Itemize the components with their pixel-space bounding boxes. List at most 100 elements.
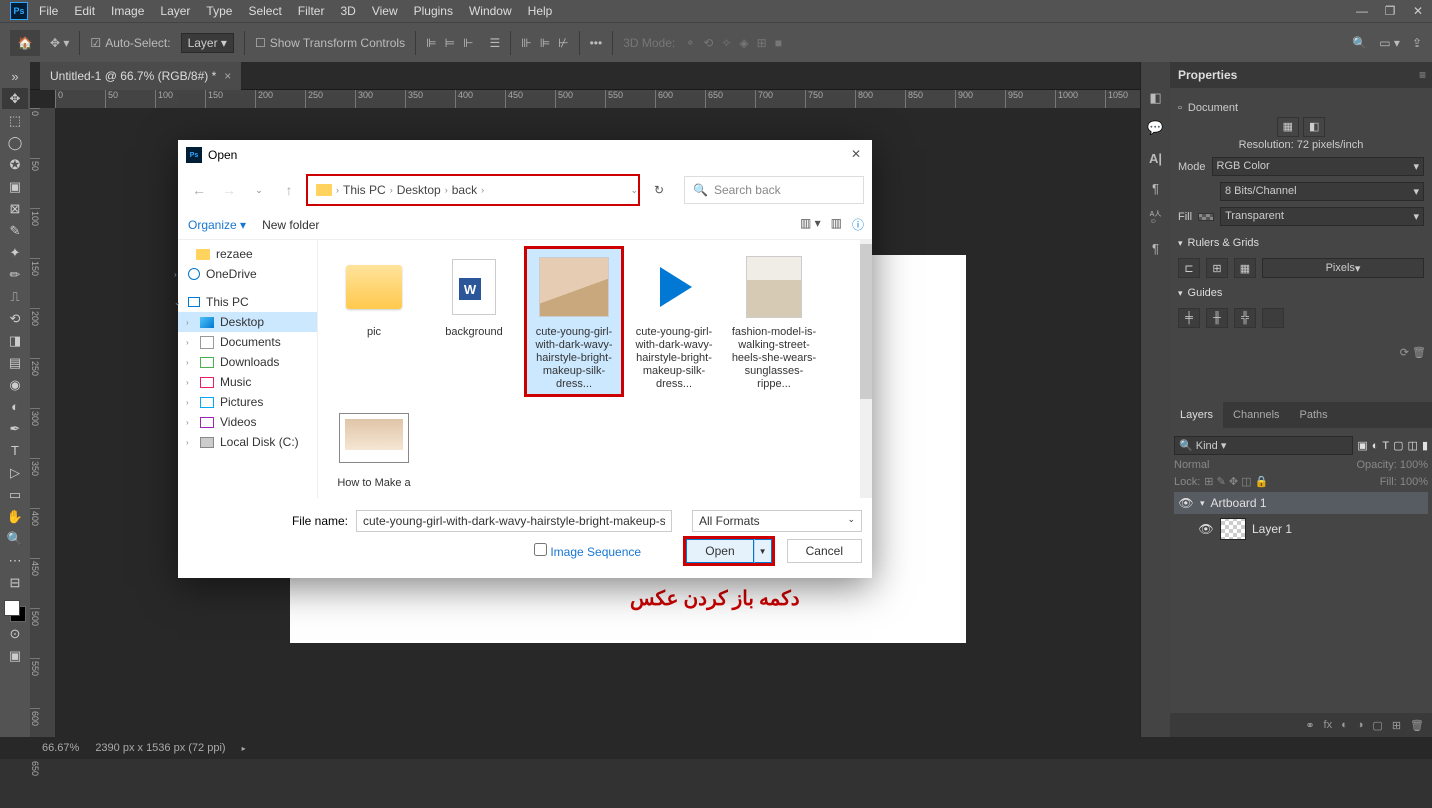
tree-videos[interactable]: ›Videos [178, 412, 317, 432]
file-item[interactable]: cute-young-girl-with-dark-wavy-hairstyle… [526, 248, 622, 395]
path-tool[interactable]: ▷ [2, 462, 28, 483]
file-item[interactable]: pic [326, 248, 422, 395]
menu-filter[interactable]: Filter [290, 2, 333, 20]
paragraph-styles-icon[interactable]: ¶ [1145, 237, 1167, 259]
tree-localdiskc[interactable]: ›Local Disk (C:) [178, 432, 317, 452]
tree-downloads[interactable]: ›Downloads [178, 352, 317, 372]
ruler-icon[interactable]: ⊏ [1178, 258, 1200, 278]
fill-select[interactable]: Transparent ▾ [1220, 207, 1424, 226]
show-transform-checkbox[interactable]: ☐ Show Transform Controls [255, 36, 405, 50]
tab-layers[interactable]: Layers [1170, 402, 1223, 428]
frame-tool[interactable]: ⊠ [2, 198, 28, 219]
adjustment-icon[interactable]: ◑ [1357, 719, 1364, 731]
guide-style[interactable] [1262, 308, 1284, 328]
menu-select[interactable]: Select [240, 2, 289, 20]
edit-toolbar[interactable]: ⊟ [2, 572, 28, 593]
menu-layer[interactable]: Layer [152, 2, 198, 20]
crop-tool[interactable]: ▣ [2, 176, 28, 197]
eyedropper-tool[interactable]: ✎ [2, 220, 28, 241]
home-icon[interactable]: 🏠 [10, 30, 40, 56]
tab-paths[interactable]: Paths [1290, 402, 1338, 428]
guide-icon2[interactable]: ╫ [1206, 308, 1228, 328]
breadcrumb[interactable]: › This PC› Desktop› back› [306, 174, 640, 206]
tree-rezaee[interactable]: rezaee [178, 244, 317, 264]
visibility-icon[interactable]: 👁 [1198, 522, 1214, 536]
more-options[interactable]: ••• [590, 36, 603, 50]
mask-icon[interactable]: ◐ [1341, 719, 1348, 731]
adjustment-filter-icon[interactable]: ◐ [1372, 440, 1379, 452]
pixel-filter-icon[interactable]: ▣ [1357, 439, 1367, 452]
zoom-level[interactable]: 66.67% [42, 742, 79, 754]
properties-tab[interactable]: Properties≡ [1170, 62, 1432, 88]
tree-desktop[interactable]: ›Desktop [178, 312, 317, 332]
tree-thispc[interactable]: ⌄This PC [178, 292, 317, 312]
screen-mode[interactable]: ▣ [2, 645, 28, 666]
document-dimensions[interactable]: 2390 px x 1536 px (72 ppi) [95, 742, 225, 754]
file-item[interactable]: cute-young-girl-with-dark-wavy-hairstyle… [626, 248, 722, 395]
menu-plugins[interactable]: Plugins [406, 2, 461, 20]
new-folder-button[interactable]: New folder [262, 218, 319, 232]
guide-icon1[interactable]: ╪ [1178, 308, 1200, 328]
organize-button[interactable]: Organize ▾ [188, 218, 246, 232]
distribute-buttons[interactable]: ⊪⊫⊬ [521, 36, 568, 50]
collapse-icon[interactable]: » [2, 66, 28, 87]
tab-channels[interactable]: Channels [1223, 402, 1289, 428]
refresh-button[interactable]: ↻ [646, 177, 672, 203]
tree-music[interactable]: ›Music [178, 372, 317, 392]
close-tab-icon[interactable]: × [224, 69, 231, 83]
glyphs-panel-icon[interactable]: A人☺ [1145, 207, 1167, 229]
type-filter-icon[interactable]: T [1382, 440, 1389, 452]
file-filter-select[interactable]: All Formats⌄ [692, 510, 862, 532]
artboard-layer[interactable]: 👁 ▾ Artboard 1 [1174, 492, 1428, 514]
more-tools[interactable]: ⋯ [2, 550, 28, 571]
fx-icon[interactable]: fx [1324, 719, 1333, 731]
rulers-section[interactable]: Rulers & Grids [1178, 232, 1424, 254]
menu-help[interactable]: Help [520, 2, 561, 20]
tree-documents[interactable]: ›Documents [178, 332, 317, 352]
smart-filter-icon[interactable]: ◫ [1408, 439, 1418, 452]
stamp-tool[interactable]: ⎍ [2, 286, 28, 307]
color-mode-select[interactable]: RGB Color ▾ [1212, 157, 1424, 176]
group-icon[interactable]: ▢ [1372, 719, 1382, 732]
layer-1[interactable]: 👁 Layer 1 [1174, 514, 1428, 544]
eraser-tool[interactable]: ◨ [2, 330, 28, 351]
guides-section[interactable]: Guides [1178, 282, 1424, 304]
hand-tool[interactable]: ✋ [2, 506, 28, 527]
history-brush-tool[interactable]: ⟲ [2, 308, 28, 329]
lasso-tool[interactable]: ◯ [2, 132, 28, 153]
search-input[interactable]: 🔍 Search back [684, 176, 864, 204]
file-item[interactable]: fashion-model-is-walking-street-heels-sh… [726, 248, 822, 395]
help-button[interactable]: ⓘ [852, 216, 864, 233]
move-tool-icon[interactable]: ✥ ▾ [50, 36, 69, 50]
workspace-icon[interactable]: ▭ ▾ [1379, 36, 1400, 50]
up-button[interactable]: ↑ [276, 177, 302, 203]
filename-input[interactable] [356, 510, 672, 532]
paragraph-panel-icon[interactable]: ¶ [1145, 177, 1167, 199]
preview-button[interactable]: ▥ [831, 216, 842, 233]
visibility-icon[interactable]: 👁 [1178, 496, 1194, 510]
menu-edit[interactable]: Edit [66, 2, 103, 20]
healing-tool[interactable]: ✦ [2, 242, 28, 263]
align-buttons[interactable]: ⊫⊨⊩☰ [426, 36, 500, 50]
menu-3d[interactable]: 3D [332, 2, 363, 20]
file-item[interactable]: background [426, 248, 522, 395]
shape-tool[interactable]: ▭ [2, 484, 28, 505]
file-item[interactable]: How to Make a [326, 399, 422, 494]
menu-view[interactable]: View [364, 2, 406, 20]
marquee-tool[interactable]: ⬚ [2, 110, 28, 131]
menu-image[interactable]: Image [103, 2, 152, 20]
view-button[interactable]: ▥ ▾ [800, 216, 821, 233]
cancel-button[interactable]: Cancel [787, 539, 862, 563]
shape-filter-icon[interactable]: ▢ [1393, 439, 1403, 452]
type-tool[interactable]: T [2, 440, 28, 461]
share-icon[interactable]: ⇪ [1412, 36, 1422, 50]
comments-icon[interactable]: 💬 [1145, 117, 1167, 139]
new-layer-icon[interactable]: ⊞ [1392, 719, 1401, 732]
wand-tool[interactable]: ✪ [2, 154, 28, 175]
filter-toggle[interactable]: ▮ [1422, 439, 1428, 452]
move-tool[interactable]: ✥ [2, 88, 28, 109]
close-button[interactable]: ✕ [1404, 0, 1432, 22]
search-icon[interactable]: 🔍 [1352, 36, 1367, 50]
link-icon[interactable]: ⚭ [1305, 719, 1314, 732]
pen-tool[interactable]: ✒ [2, 418, 28, 439]
